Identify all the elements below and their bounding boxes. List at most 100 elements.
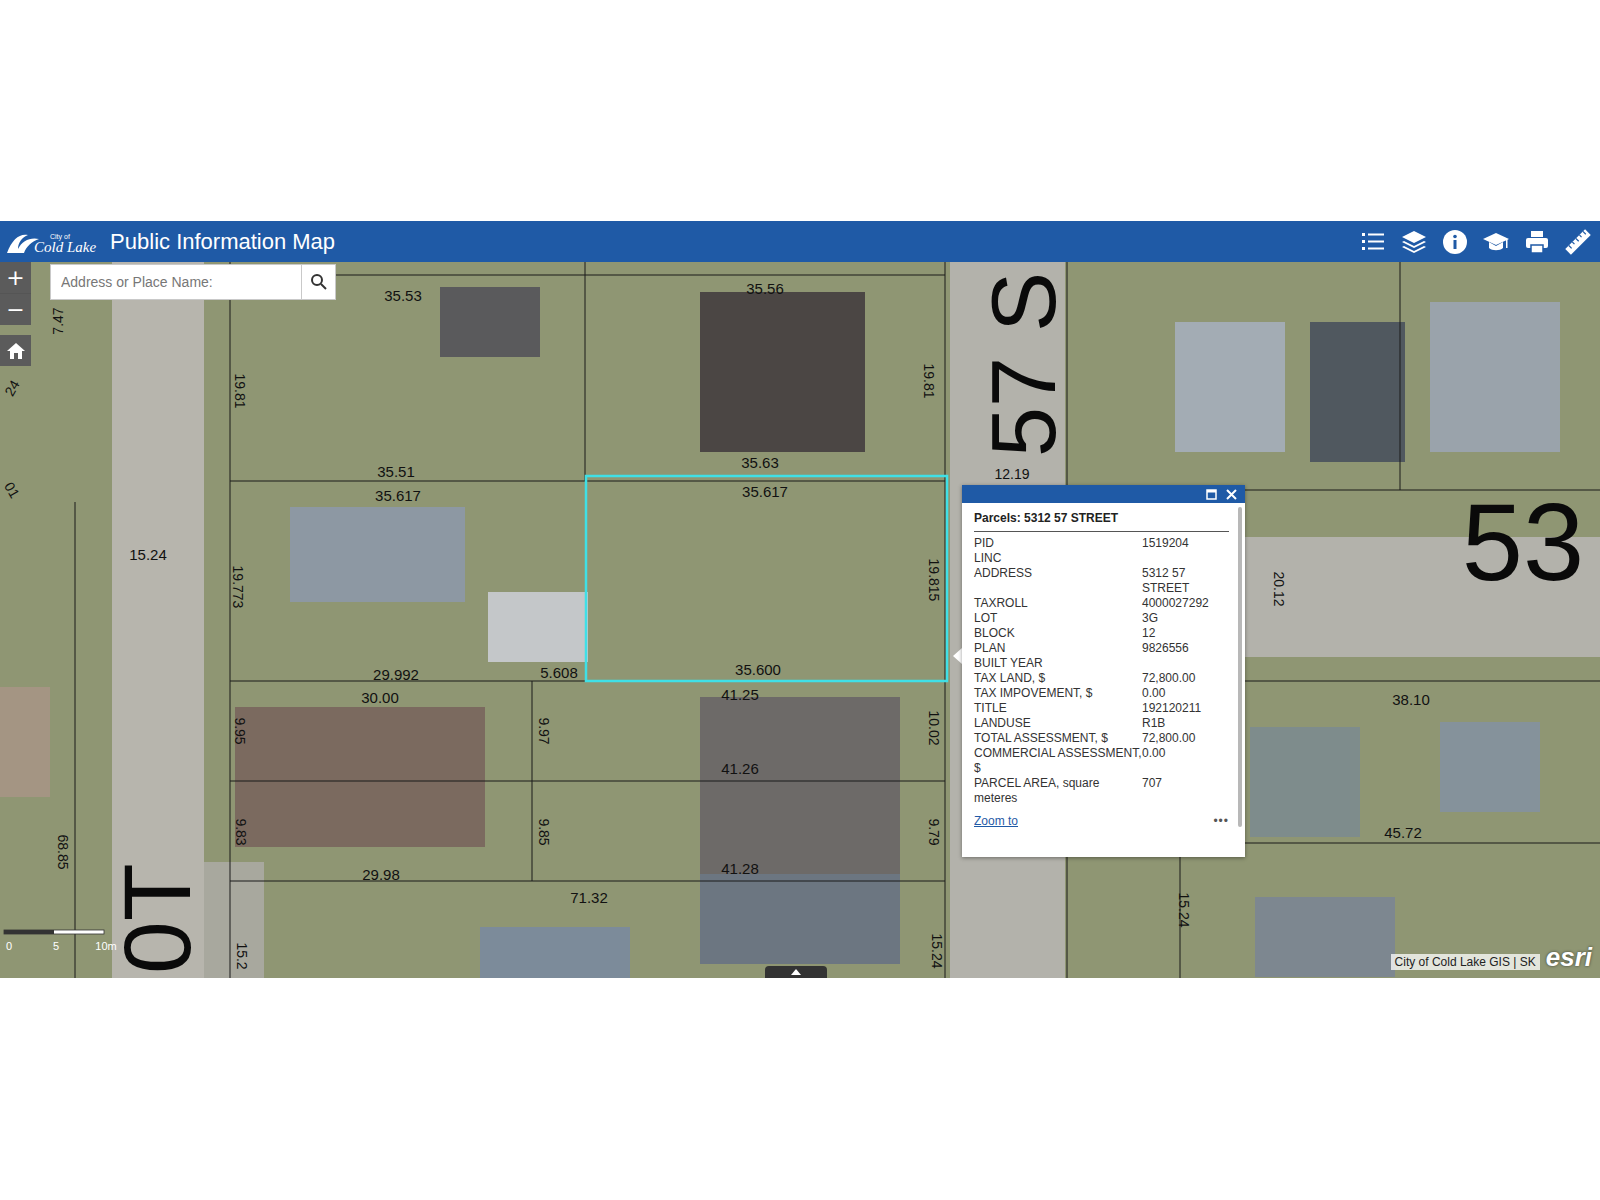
building-roof (235, 707, 485, 847)
dimension-label: 19.81 (921, 363, 937, 398)
dimension-label: 35.56 (746, 280, 784, 297)
dimension-label: 41.28 (721, 860, 759, 877)
street-label: 0T (104, 863, 210, 974)
search-input[interactable] (51, 265, 301, 299)
attribute-label: ADDRESS (974, 566, 1142, 596)
dimension-label: 01 (1, 479, 23, 501)
building-roof (700, 874, 900, 964)
attribute-label: LINC (974, 551, 1142, 566)
dimension-label: 35.600 (735, 661, 781, 678)
popup-pointer (953, 648, 962, 664)
search-bar (50, 264, 336, 300)
dimension-label: 9.79 (926, 818, 942, 845)
attribute-value: 707 (1142, 776, 1229, 806)
more-actions-button[interactable]: ••• (1213, 814, 1229, 828)
attribute-value: 9826556 (1142, 641, 1229, 656)
dimension-label: 35.617 (742, 483, 788, 500)
city-logo[interactable]: City of Cold Lake (6, 229, 96, 255)
parcel-line (532, 681, 533, 881)
parcel-popup: Parcels: 5312 57 STREET PID 1519204LINC … (962, 485, 1245, 857)
attribute-label: BUILT YEAR (974, 656, 1142, 671)
dimension-label: 12.19 (994, 466, 1029, 482)
dimension-label: 71.32 (570, 889, 608, 906)
parcel-line (230, 262, 231, 978)
parcel-line (945, 262, 946, 978)
driveway (204, 862, 264, 978)
building-roof (1175, 322, 1285, 452)
attribute-label: TAX IMPOVEMENT, $ (974, 686, 1142, 701)
building-roof (488, 592, 588, 662)
attribute-label: TOTAL ASSESSMENT, $ (974, 731, 1142, 746)
dimension-label: 29.992 (373, 666, 419, 683)
close-icon[interactable] (1226, 489, 1237, 500)
zoom-to-link[interactable]: Zoom to (974, 814, 1018, 828)
info-icon[interactable] (1441, 228, 1469, 256)
dimension-label: 35.617 (375, 487, 421, 504)
attribute-label: TAXROLL (974, 596, 1142, 611)
dimension-label: 15.2 (234, 942, 250, 969)
building-roof (440, 287, 540, 357)
dimension-label: 15.24 (1176, 892, 1192, 927)
legend-list-icon[interactable] (1359, 228, 1387, 256)
dimension-label: 41.25 (721, 686, 759, 703)
attribute-value: 72,800.00 (1142, 671, 1229, 686)
dimension-label: 9.83 (233, 818, 249, 845)
zoom-in-button[interactable]: + (0, 262, 31, 293)
building-roof (1310, 322, 1405, 462)
dimension-label: 10.02 (926, 710, 942, 745)
measure-ruler-icon[interactable] (1564, 228, 1592, 256)
app-title: Public Information Map (106, 229, 1349, 255)
attribute-label: PID (974, 536, 1142, 551)
attribute-label: TAX LAND, $ (974, 671, 1142, 686)
building-roof (1430, 302, 1560, 452)
bottom-margin (0, 978, 1600, 1200)
up-arrow-icon (791, 969, 801, 975)
zoom-out-button[interactable]: − (0, 294, 31, 325)
attribute-value: R1B (1142, 716, 1229, 731)
popup-header (962, 485, 1245, 503)
attribute-value: 0.00 (1142, 746, 1229, 776)
parcel-line (585, 262, 586, 481)
parcel-line (230, 275, 945, 276)
search-button[interactable] (301, 265, 335, 299)
graduation-cap-icon[interactable] (1482, 228, 1510, 256)
attribute-table: PID 1519204LINC ADDRESS 5312 57 STREETTA… (974, 536, 1229, 806)
map-view[interactable]: 57 S530T35.5335.567.472419.8119.8112.193… (0, 262, 1600, 978)
selected-parcel[interactable] (586, 476, 947, 681)
dimension-label: 9.95 (232, 717, 248, 744)
scale-label: 10m (95, 940, 116, 952)
maximize-icon[interactable] (1206, 489, 1217, 500)
popup-scrollbar[interactable] (1238, 507, 1242, 827)
attribute-value: 12 (1142, 626, 1229, 641)
attribute-value: 192120211 (1142, 701, 1229, 716)
dimension-label: 15.24 (929, 933, 945, 968)
building-roof (1250, 727, 1360, 837)
attribution-text: City of Cold Lake GIS | SK (1391, 954, 1540, 970)
dimension-label: 68.85 (55, 834, 71, 869)
home-button[interactable] (0, 335, 31, 366)
attribute-value: 0.00 (1142, 686, 1229, 701)
dimension-label: 30.00 (361, 689, 399, 706)
dimension-label: 19.773 (230, 566, 246, 609)
attribute-label: PARCEL AREA, square meteres (974, 776, 1142, 806)
building-roof (1255, 897, 1395, 977)
street-label: 53 (1462, 480, 1584, 603)
attribute-value: 4000027292 (1142, 596, 1229, 611)
toolbar (1359, 228, 1592, 256)
panel-toggle-handle[interactable] (765, 966, 827, 978)
dimension-label: 19.81 (232, 373, 248, 408)
layers-icon[interactable] (1400, 228, 1428, 256)
parcel-line (75, 502, 76, 978)
attribute-value: 72,800.00 (1142, 731, 1229, 746)
print-icon[interactable] (1523, 228, 1551, 256)
attribute-label: BLOCK (974, 626, 1142, 641)
street-label: 57 S (974, 272, 1074, 457)
dimension-label: 7.47 (50, 307, 66, 334)
popup-title: Parcels: 5312 57 STREET (974, 511, 1229, 532)
popup-body: Parcels: 5312 57 STREET PID 1519204LINC … (962, 503, 1245, 834)
building-roof (700, 697, 900, 877)
scale-label: 5 (53, 940, 59, 952)
building-roof (700, 292, 865, 452)
logo-text: City of Cold Lake (34, 233, 96, 255)
